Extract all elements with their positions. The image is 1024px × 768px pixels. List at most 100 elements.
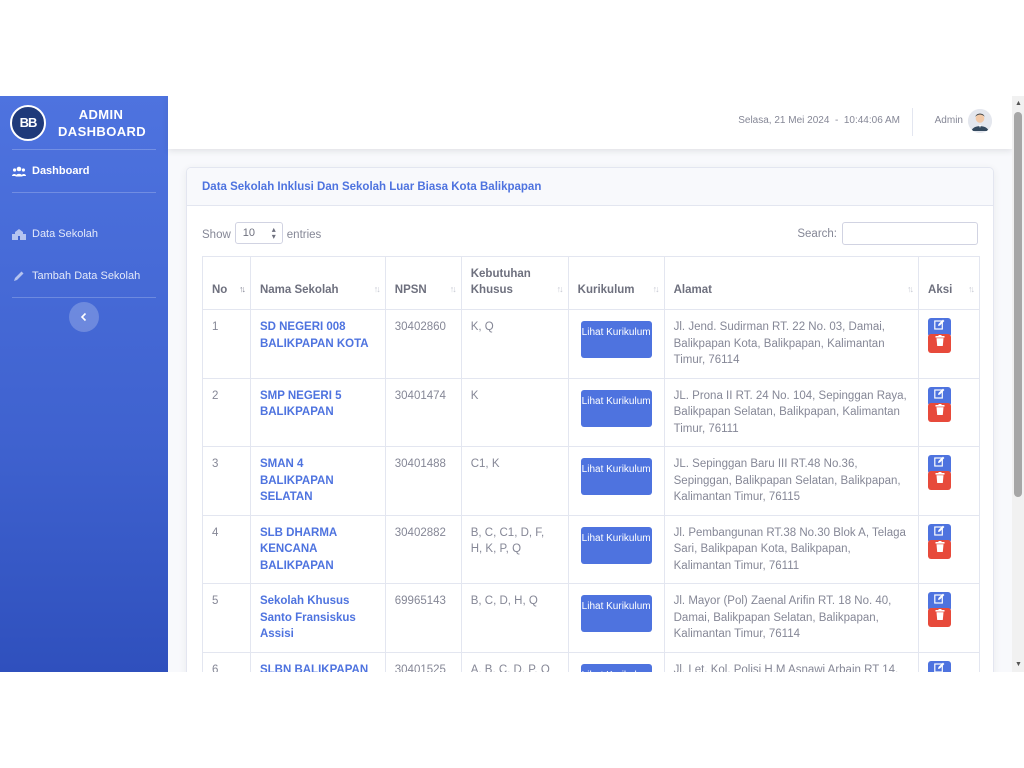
search-box: Search: xyxy=(797,222,978,245)
cell-alamat: Jl. Mayor (Pol) Zaenal Arifin RT. 18 No.… xyxy=(663,583,920,653)
cell-nama-sekolah[interactable]: SLB DHARMA KENCANA BALIKPAPAN xyxy=(249,514,386,584)
delete-button[interactable] xyxy=(928,471,952,490)
delete-button[interactable] xyxy=(928,539,952,559)
trash-icon xyxy=(935,403,945,421)
sidebar-item-data-sekolah[interactable]: Data Sekolah xyxy=(0,213,168,255)
cell-aksi xyxy=(918,309,980,379)
lihat-kurikulum-button[interactable]: Lihat Kurikulum xyxy=(580,526,652,564)
brand-title: ADMIN DASHBOARD xyxy=(58,106,147,139)
search-input[interactable] xyxy=(842,222,978,245)
scrollbar-thumb[interactable] xyxy=(1014,112,1022,497)
sidebar-item-dashboard[interactable]: Dashboard xyxy=(0,150,168,192)
cell-npsn: 69965143 xyxy=(384,583,462,653)
cell-nama-sekolah[interactable]: Sekolah Khusus Santo Fransiskus Assisi xyxy=(249,583,386,653)
column-header-kurikulum[interactable]: Kurikulum ↑↓ xyxy=(567,256,665,310)
sidebar: BB ADMIN DASHBOARD Dashboard Data Sekola… xyxy=(0,96,168,672)
cell-alamat: JL. Sepinggan Baru III RT.48 No.36, Sepi… xyxy=(663,446,920,516)
cell-kebutuhan-khusus: A, B, C, D, P, Q xyxy=(460,651,569,672)
sidebar-brand[interactable]: BB ADMIN DASHBOARD xyxy=(0,96,168,149)
lihat-kurikulum-button[interactable]: Lihat Kurikulum xyxy=(580,663,652,672)
lihat-kurikulum-button[interactable]: Lihat Kurikulum xyxy=(580,595,652,632)
table-row: 5 Sekolah Khusus Santo Fransiskus Assisi 6… xyxy=(202,583,980,653)
sort-icon: ↑↓ xyxy=(556,284,564,294)
edit-icon xyxy=(934,662,945,672)
column-header-npsn[interactable]: NPSN ↑↓ xyxy=(384,256,462,310)
datetime-display: Selasa, 21 Mei 2024 - 10:44:06 AM xyxy=(738,115,900,126)
lihat-kurikulum-button[interactable]: Lihat Kurikulum xyxy=(580,389,652,427)
lihat-kurikulum-button[interactable]: Lihat Kurikulum xyxy=(580,321,652,358)
cell-kebutuhan-khusus: C1, K xyxy=(460,446,569,516)
cell-kebutuhan-khusus: B, C, C1, D, F, H, K, P, Q xyxy=(460,514,569,584)
cell-kurikulum: Lihat Kurikulum xyxy=(567,583,665,653)
cell-kurikulum: Lihat Kurikulum xyxy=(567,514,665,584)
cell-nama-sekolah[interactable]: SMAN 4 BALIKPAPAN SELATAN xyxy=(249,446,386,516)
pencil-icon xyxy=(12,270,26,282)
cell-nama-sekolah[interactable]: SLBN BALIKPAPAN xyxy=(249,651,386,672)
user-name[interactable]: Admin xyxy=(935,115,963,126)
cell-npsn: 30401474 xyxy=(384,377,462,447)
cell-alamat: Jl. Pembangunan RT.38 No.30 Blok A, Tela… xyxy=(663,514,920,584)
sort-icon: ↑↓ xyxy=(238,284,246,294)
column-header-no[interactable]: No ↑↓ xyxy=(202,256,251,310)
brand-logo: BB xyxy=(10,104,46,141)
trash-icon xyxy=(935,540,945,558)
cell-alamat: Jl. Jend. Sudirman RT. 22 No. 03, Damai,… xyxy=(663,309,920,379)
cell-kebutuhan-khusus: K, Q xyxy=(460,309,569,379)
cell-alamat: Jl. Let. Kol. Polisi H.M Asnawi Arbain R… xyxy=(663,651,920,672)
sidebar-item-label: Dashboard xyxy=(32,165,90,177)
sidebar-item-label: Tambah Data Sekolah xyxy=(32,270,141,282)
cell-kebutuhan-khusus: B, C, D, H, Q xyxy=(460,583,569,653)
lihat-kurikulum-button[interactable]: Lihat Kurikulum xyxy=(580,458,652,495)
cell-no: 3 xyxy=(202,446,251,516)
search-label: Search: xyxy=(797,227,837,240)
cell-kurikulum: Lihat Kurikulum xyxy=(567,309,665,379)
cell-nama-sekolah[interactable]: SMP NEGERI 5 BALIKPAPAN xyxy=(249,377,386,447)
entries-value: 10 xyxy=(242,227,256,239)
scroll-up-arrow-icon[interactable]: ▲ xyxy=(1015,100,1022,107)
delete-button[interactable] xyxy=(928,402,952,422)
cell-npsn: 30401488 xyxy=(384,446,462,516)
cell-kebutuhan-khusus: K xyxy=(460,377,569,447)
delete-button[interactable] xyxy=(928,608,952,627)
sort-icon: ↑↓ xyxy=(907,284,914,294)
avatar[interactable] xyxy=(968,109,992,133)
table-row: 2 SMP NEGERI 5 BALIKPAPAN 30401474 K Lihat K… xyxy=(202,377,980,447)
page-scrollbar[interactable]: ▲ ▼ xyxy=(1012,96,1024,672)
cell-no: 2 xyxy=(202,377,251,447)
topbar-divider xyxy=(912,108,913,136)
entries-select[interactable]: 10 ▴ ▾ xyxy=(234,222,283,244)
school-table: No ↑↓ Nama Sekolah ↑↓ NPSN ↑↓ Kebutuhan Khu… xyxy=(202,256,980,672)
sort-icon: ↑↓ xyxy=(652,284,660,294)
cell-nama-sekolah[interactable]: SD NEGERI 008 BALIKPAPAN KOTA xyxy=(249,309,386,379)
cell-npsn: 30402860 xyxy=(384,309,462,379)
chevron-left-icon xyxy=(80,310,88,325)
column-header-kebutuhan-khusus[interactable]: Kebutuhan Khusus ↑↓ xyxy=(460,256,569,310)
cell-kurikulum: Lihat Kurikulum xyxy=(567,446,665,516)
edit-button[interactable] xyxy=(928,660,952,672)
cell-npsn: 30401525 xyxy=(384,651,462,672)
cell-no: 5 xyxy=(202,583,251,653)
card-title: Data Sekolah Inklusi Dan Sekolah Luar Bi… xyxy=(187,168,993,206)
show-label: Show xyxy=(202,229,231,241)
delete-button[interactable] xyxy=(928,334,952,353)
cell-aksi xyxy=(918,651,980,672)
edit-icon xyxy=(934,525,945,542)
column-header-nama-sekolah[interactable]: Nama Sekolah ↑↓ xyxy=(249,256,386,310)
edit-icon xyxy=(934,388,945,405)
sidebar-divider xyxy=(12,192,156,193)
column-header-aksi[interactable]: Aksi ↑↓ xyxy=(918,256,980,310)
cell-no: 4 xyxy=(202,514,251,584)
sidebar-item-label: Data Sekolah xyxy=(32,228,99,240)
scroll-down-arrow-icon[interactable]: ▼ xyxy=(1015,661,1022,668)
cell-aksi xyxy=(918,514,980,584)
table-row: 4 SLB DHARMA KENCANA BALIKPAPAN 30402882 B,… xyxy=(202,514,980,584)
column-header-alamat[interactable]: Alamat ↑↓ xyxy=(663,256,920,310)
sort-updown-icon: ▴ ▾ xyxy=(271,225,276,241)
sidebar-item-tambah-data-sekolah[interactable]: Tambah Data Sekolah xyxy=(0,255,168,297)
trash-icon xyxy=(935,335,945,352)
topbar: Selasa, 21 Mei 2024 - 10:44:06 AM Admin xyxy=(168,96,1012,149)
sidebar-toggle-button[interactable] xyxy=(69,302,99,332)
entries-length: Show 10 ▴ ▾ entries xyxy=(202,222,322,244)
entries-label: entries xyxy=(286,229,322,241)
users-icon xyxy=(12,165,26,177)
